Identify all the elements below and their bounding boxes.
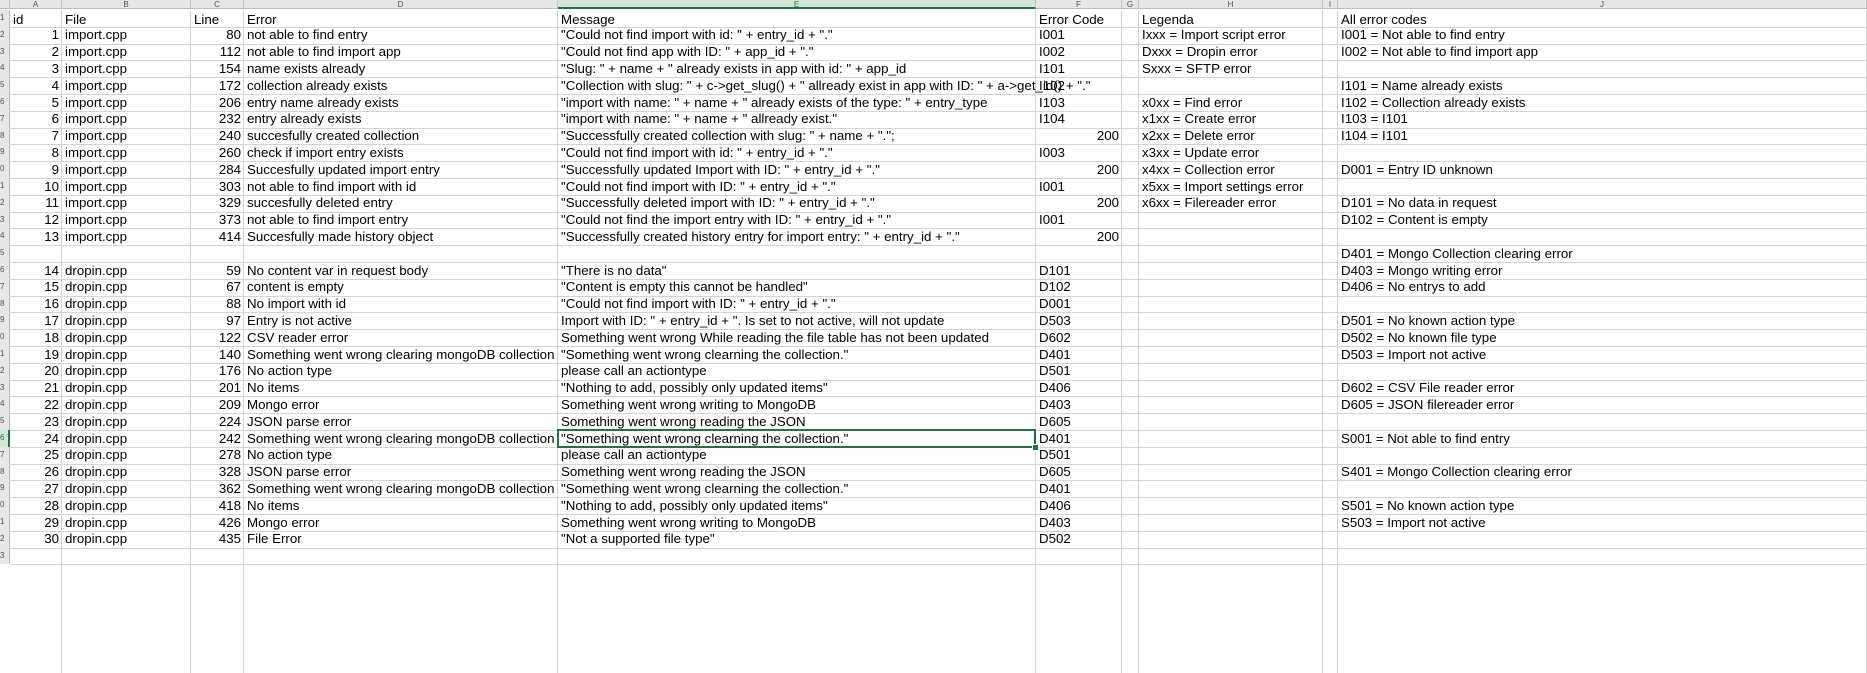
- row-header[interactable]: 2: [0, 530, 10, 548]
- column-header-c[interactable]: C: [191, 0, 244, 9]
- column-header-d[interactable]: D: [244, 0, 558, 9]
- selected-cell-outline: [557, 429, 1036, 448]
- cell-all[interactable]: S001 = Not able to find entry: [1338, 429, 1513, 449]
- fill-handle[interactable]: [1032, 443, 1039, 451]
- row-header[interactable]: 0: [0, 161, 10, 178]
- cell-file[interactable]: import.cpp: [62, 227, 130, 247]
- cell-file[interactable]: dropin.cpp: [62, 529, 130, 549]
- row-header[interactable]: 0: [0, 497, 10, 514]
- row-header[interactable]: 6: [0, 94, 10, 111]
- cell-error[interactable]: Succesfully made history object: [244, 227, 436, 247]
- row-header[interactable]: 1: [0, 346, 10, 363]
- row-header[interactable]: 4: [0, 60, 10, 78]
- column-header-a[interactable]: A: [10, 0, 62, 9]
- row-header[interactable]: 3: [0, 211, 10, 229]
- column-header-b[interactable]: B: [62, 0, 191, 9]
- cell-legenda[interactable]: x6xx = Filereader error: [1139, 193, 1279, 213]
- cell-all[interactable]: D102 = Content is empty: [1338, 210, 1491, 230]
- column-header-f[interactable]: F: [1036, 0, 1122, 9]
- row-header[interactable]: 3: [0, 547, 10, 565]
- row-header[interactable]: 6: [0, 262, 10, 279]
- row-header[interactable]: 4: [0, 396, 10, 414]
- column-header-h[interactable]: H: [1139, 0, 1323, 9]
- row-header[interactable]: 3: [0, 43, 10, 61]
- row-header[interactable]: 1: [0, 178, 10, 195]
- row-header[interactable]: 6: [0, 430, 10, 447]
- cell-error[interactable]: File Error: [244, 529, 305, 549]
- row-header[interactable]: 4: [0, 228, 10, 246]
- row-header[interactable]: 7: [0, 110, 10, 128]
- row-header[interactable]: 8: [0, 295, 10, 313]
- cell-all[interactable]: D605 = JSON filereader error: [1338, 395, 1517, 415]
- column-header-g[interactable]: G: [1122, 0, 1139, 9]
- row-header[interactable]: 2: [0, 26, 10, 44]
- column-header-e[interactable]: E: [558, 0, 1036, 9]
- row-header[interactable]: 0: [0, 329, 10, 346]
- cell-all[interactable]: D001 = Entry ID unknown: [1338, 160, 1496, 180]
- cell-all[interactable]: S503 = Import not active: [1338, 513, 1489, 533]
- row-header[interactable]: 7: [0, 278, 10, 296]
- cell-id[interactable]: 30: [10, 529, 62, 549]
- cell-legenda[interactable]: [1139, 529, 1145, 549]
- row-header[interactable]: 7: [0, 446, 10, 464]
- cell-message[interactable]: "Not a supported file type": [558, 529, 718, 549]
- cell-all[interactable]: D503 = Import not active: [1338, 345, 1489, 365]
- row-header[interactable]: 9: [0, 144, 10, 162]
- select-all-corner[interactable]: [0, 0, 10, 9]
- cell-message[interactable]: "Successfully created history entry for …: [558, 227, 963, 247]
- column-header-j[interactable]: J: [1338, 0, 1867, 9]
- row-header[interactable]: 1: [0, 514, 10, 531]
- row-header[interactable]: 3: [0, 379, 10, 397]
- cell-all[interactable]: I104 = I101: [1338, 126, 1411, 146]
- cell-line[interactable]: 435: [191, 529, 244, 549]
- spreadsheet-grid[interactable]: ABCDEFGHIJ 12345678901234567890123456789…: [0, 0, 1867, 673]
- cell-all[interactable]: I002 = Not able to find import app: [1338, 42, 1541, 62]
- cell-all[interactable]: D406 = No entrys to add: [1338, 277, 1489, 297]
- row-header[interactable]: 9: [0, 480, 10, 498]
- row-header[interactable]: 2: [0, 362, 10, 380]
- column-gridline: [1322, 10, 1323, 673]
- row-header[interactable]: 9: [0, 312, 10, 330]
- row-header[interactable]: 5: [0, 77, 10, 94]
- row-header[interactable]: 5: [0, 413, 10, 430]
- row-header[interactable]: 2: [0, 194, 10, 212]
- cell-all[interactable]: [1338, 529, 1344, 549]
- row-header[interactable]: 5: [0, 245, 10, 262]
- cell-all[interactable]: S401 = Mongo Collection clearing error: [1338, 462, 1575, 482]
- row-header[interactable]: 1: [0, 10, 10, 27]
- column-header-i[interactable]: I: [1323, 0, 1338, 9]
- row-header[interactable]: 8: [0, 127, 10, 145]
- row-gridline: [10, 564, 1867, 566]
- cell-legenda[interactable]: Sxxx = SFTP error: [1139, 59, 1254, 79]
- row-header[interactable]: 8: [0, 463, 10, 481]
- cell-status[interactable]: [1036, 529, 1122, 549]
